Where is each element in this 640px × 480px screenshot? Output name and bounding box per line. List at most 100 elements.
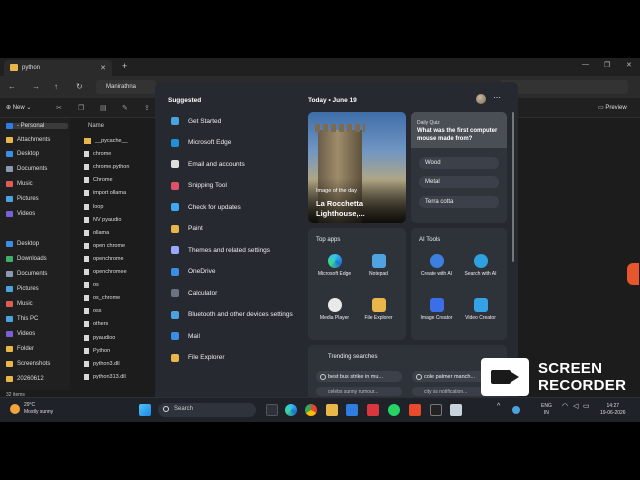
paste-icon[interactable]: ▤: [100, 104, 107, 112]
sidebar-item[interactable]: Pictures: [6, 286, 68, 292]
up-icon[interactable]: ↑: [54, 82, 58, 91]
task-view-icon[interactable]: [266, 404, 278, 416]
file-row[interactable]: os: [84, 282, 156, 289]
top-app-edge[interactable]: Microsoft Edge: [312, 254, 357, 277]
office-icon[interactable]: [367, 404, 379, 416]
file-row[interactable]: Chrome: [84, 177, 156, 184]
copilot-edge-tab[interactable]: [627, 263, 639, 285]
suggested-item[interactable]: Get Started: [170, 116, 221, 126]
sidebar-item[interactable]: Folder: [6, 346, 68, 352]
file-row[interactable]: chrome.python: [84, 164, 156, 171]
volume-icon[interactable]: ◁: [573, 403, 578, 410]
feed-scrollbar[interactable]: [512, 112, 514, 262]
sidebar-item[interactable]: Desktop: [6, 151, 68, 157]
suggested-item[interactable]: Themes and related settings: [170, 245, 270, 255]
suggested-item[interactable]: Microsoft Edge: [170, 138, 231, 148]
file-row[interactable]: NV pyaudio: [84, 216, 156, 223]
whatsapp-icon[interactable]: [388, 404, 400, 416]
sidebar-item[interactable]: Documents: [6, 166, 68, 172]
file-row[interactable]: oss: [84, 308, 156, 315]
suggested-item[interactable]: Paint: [170, 224, 203, 234]
file-row[interactable]: loop: [84, 203, 156, 210]
suggested-item[interactable]: File Explorer: [170, 353, 224, 363]
onedrive-icon[interactable]: [512, 406, 520, 414]
top-app-notepad[interactable]: Notepad: [356, 254, 401, 277]
mail-icon[interactable]: [346, 404, 358, 416]
suggested-item[interactable]: Bluetooth and other devices settings: [170, 310, 293, 320]
sidebar-item[interactable]: Downloads: [6, 256, 68, 262]
window-close-icon[interactable]: ✕: [626, 61, 632, 69]
top-app-file-explorer[interactable]: File Explorer: [356, 298, 401, 321]
file-row[interactable]: chrome: [84, 151, 156, 158]
rename-icon[interactable]: ✎: [122, 104, 128, 112]
notepad-icon[interactable]: [450, 404, 462, 416]
sidebar-item[interactable]: Pictures: [6, 196, 68, 202]
suggested-item[interactable]: Mail: [170, 331, 200, 341]
cut-icon[interactable]: ✂: [56, 104, 62, 112]
new-tab-icon[interactable]: +: [122, 61, 127, 71]
file-explorer-icon[interactable]: [326, 404, 338, 416]
recorder-app-icon[interactable]: [409, 404, 421, 416]
suggested-item[interactable]: OneDrive: [170, 267, 215, 277]
copy-icon[interactable]: ❐: [78, 104, 84, 112]
taskbar-search[interactable]: Search: [158, 403, 256, 417]
forward-icon[interactable]: →: [32, 82, 40, 91]
sidebar-item[interactable]: 20260612: [6, 376, 68, 382]
ai-tool-video[interactable]: Video Creator: [458, 298, 503, 321]
sidebar-item[interactable]: Desktop: [6, 241, 68, 247]
battery-icon[interactable]: ▭: [583, 403, 590, 410]
search-box[interactable]: [500, 80, 628, 94]
image-of-the-day-card[interactable]: Image of the day La Rocchetta Lighthouse…: [308, 112, 406, 223]
wifi-icon[interactable]: ◠: [562, 403, 568, 410]
refresh-icon[interactable]: ↻: [76, 82, 83, 91]
quiz-option[interactable]: Wood: [419, 157, 499, 169]
sidebar-item[interactable]: Music: [6, 301, 68, 307]
quiz-option[interactable]: Terra cotta: [419, 196, 499, 208]
sidebar-item[interactable]: Attachments: [6, 137, 68, 143]
terminal-icon[interactable]: [430, 404, 442, 416]
new-button[interactable]: ⊕ New ⌄: [6, 104, 31, 111]
sidebar-item[interactable]: Screenshots: [6, 361, 68, 367]
file-row[interactable]: os_chrome: [84, 295, 156, 302]
sidebar-item[interactable]: Videos: [6, 331, 68, 337]
ai-tool-search[interactable]: Search with AI: [458, 254, 503, 277]
file-row[interactable]: openchrome: [84, 255, 156, 262]
show-hidden-icons[interactable]: ^: [497, 403, 500, 410]
sidebar-item[interactable]: Videos: [6, 211, 68, 217]
suggested-item[interactable]: Calculator: [170, 288, 217, 298]
more-options-icon[interactable]: ⋯: [493, 93, 501, 102]
file-row[interactable]: python313.dll: [84, 373, 156, 380]
top-app-media-player[interactable]: Media Player: [312, 298, 357, 321]
clock[interactable]: 14:27 19-06-2026: [600, 403, 626, 417]
minimize-icon[interactable]: —: [582, 61, 589, 68]
chrome-icon[interactable]: [305, 404, 317, 416]
avatar[interactable]: [476, 94, 486, 104]
file-row[interactable]: pyaudioo: [84, 334, 156, 341]
sidebar-item[interactable]: Music: [6, 181, 68, 187]
file-row[interactable]: openchromee: [84, 269, 156, 275]
explorer-tab[interactable]: python ✕: [4, 60, 112, 76]
trending-item[interactable]: best bus strike in mu...: [316, 371, 402, 382]
file-row[interactable]: import ollama: [84, 190, 156, 197]
suggested-item[interactable]: Snipping Tool: [170, 181, 227, 191]
trending-item[interactable]: celebs sunny rumour...: [316, 387, 402, 396]
back-icon[interactable]: ←: [8, 82, 16, 91]
file-row[interactable]: ollama: [84, 229, 156, 236]
quiz-option[interactable]: Metal: [419, 176, 499, 188]
share-icon[interactable]: ⇪: [144, 104, 150, 112]
file-row[interactable]: others: [84, 321, 156, 328]
sidebar-item[interactable]: This PC: [6, 316, 68, 322]
preview-button[interactable]: ▭ Preview: [598, 104, 627, 111]
start-icon[interactable]: [139, 404, 151, 416]
column-header-name[interactable]: Name: [88, 123, 104, 129]
path-box[interactable]: Manirathna: [96, 80, 156, 94]
file-row[interactable]: python3.dll: [84, 360, 156, 367]
sidebar-item[interactable]: - Personal: [6, 123, 68, 129]
file-row[interactable]: __pycache__: [84, 138, 156, 144]
ai-tool-create[interactable]: Create with AI: [414, 254, 459, 277]
suggested-item[interactable]: Check for updates: [170, 202, 241, 212]
edge-icon[interactable]: [285, 404, 297, 416]
close-tab-icon[interactable]: ✕: [100, 64, 106, 72]
suggested-item[interactable]: Email and accounts: [170, 159, 245, 169]
sidebar-item[interactable]: Documents: [6, 271, 68, 277]
